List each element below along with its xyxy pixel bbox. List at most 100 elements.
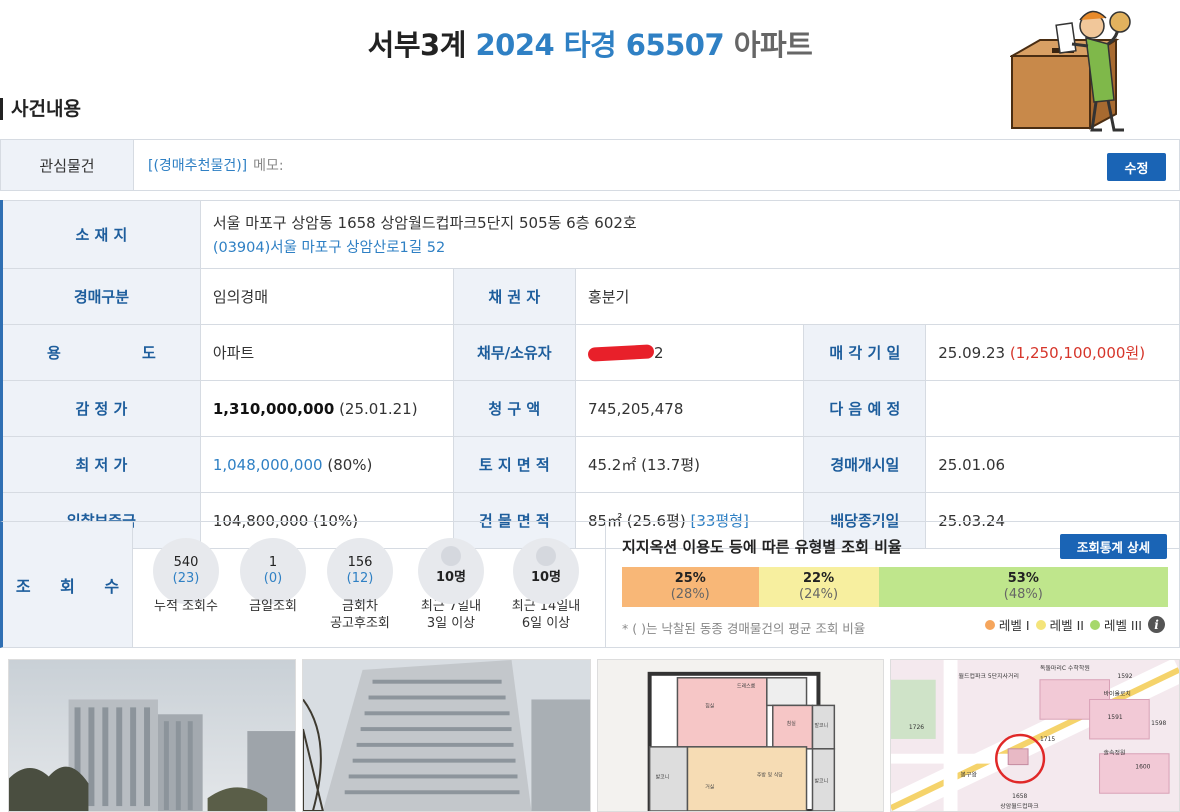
stat-paren: (23) [172, 571, 200, 586]
ratio-segment: 53% (48%) [878, 567, 1168, 607]
segment-percent: 25% [674, 571, 706, 586]
stat-round-views: 156 (12) 금회차 공고후조회 [315, 538, 405, 632]
land-area-label: 토 지 면 적 [453, 436, 576, 493]
legend-dot [984, 619, 995, 630]
ratio-bar: 25% (28%) 22% (24%) 53% (48%) [622, 567, 1168, 607]
sale-date-label: 매 각 기 일 [803, 324, 927, 381]
map-label: 1658 [1012, 793, 1027, 800]
case-info-table: 소 재 지 서울 마포구 상암동 1658 상암월드컵파크5단지 505동 6층… [0, 200, 1180, 549]
use-label: 용 도 [1, 324, 201, 381]
auction-type-value: 임의경매 [200, 268, 454, 325]
page-title: 서부3계 2024 타경 65507 아파트 [0, 22, 1180, 64]
segment-avg-percent: (24%) [799, 587, 839, 602]
person-head-icon [441, 546, 461, 566]
stat-7day-visitors: 10명 최근 7일내 3일 이상 [406, 538, 496, 632]
exterior-photo-1[interactable] [8, 659, 296, 812]
stat-caption: 금일조회 [249, 599, 297, 614]
map-label: 독돌마리C 수학학원 [1040, 664, 1090, 672]
map-label: 상암월드컵파크 [1000, 802, 1039, 810]
floorplan-label: 거실 [705, 783, 715, 790]
segment-avg-percent: (28%) [670, 587, 710, 602]
min-price-amount: 1,048,000,000 [212, 455, 323, 474]
map-label: 1600 [1135, 764, 1150, 771]
auction-type-label: 경매구분 [1, 268, 201, 325]
sale-price: (1,250,100,000원) [1009, 344, 1146, 362]
debtor-label: 채무/소유자 [453, 324, 576, 381]
segment-avg-percent: (48%) [1003, 587, 1043, 602]
creditor-value: 홍분기 [575, 268, 1180, 325]
road-address-link[interactable]: (03904)서울 마포구 상암산로1길 52 [213, 236, 1179, 257]
map-label: 봉구왕 [961, 770, 978, 778]
debtor-value: 2 [575, 324, 805, 381]
edit-button[interactable]: 수정 [1107, 153, 1166, 181]
views-stats: 540 (23) 누적 조회수 1 (0) 금일조회 156 (12) 금회차 … [133, 522, 606, 647]
table-row: 최 저 가 1,048,000,000 (80%) 토 지 면 적 45.2㎡ … [1, 436, 1180, 493]
view-ratio-panel: 지지옥션 이용도 등에 따른 유형별 조회 비율 조회통계 상세 25% (28%… [606, 522, 1179, 647]
legend-label: 레벨 II [1049, 618, 1084, 633]
min-price-label: 최 저 가 [1, 436, 201, 493]
table-row: 용 도 아파트 채무/소유자 2 매 각 기 일 25.09.23 (1,250… [1, 324, 1180, 381]
exterior-photo-2[interactable] [302, 659, 591, 812]
map-label: 바이올로치 [1104, 690, 1131, 698]
memo-label: 메모: [253, 158, 284, 174]
legend-label: 레벨 I [998, 618, 1030, 633]
ratio-legend: 레벨 I 레벨 II 레벨 III i [979, 615, 1165, 634]
floorplan-label: 주방 및 식당 [757, 771, 783, 778]
legend-dot [1089, 619, 1100, 630]
floorplan-label: 침실 [705, 702, 715, 709]
views-panel: 조 회 수 540 (23) 누적 조회수 1 (0) 금일조회 156 (12… [0, 521, 1180, 648]
appraisal-label: 감 정 가 [1, 380, 201, 437]
table-row: 소 재 지 서울 마포구 상암동 1658 상암월드컵파크5단지 505동 6층… [1, 200, 1180, 269]
stat-caption: 금회차 공고후조회 [330, 599, 390, 631]
person-head-icon [536, 546, 556, 566]
person-icon: 10명 [513, 538, 579, 604]
stat-circle: 156 (12) [327, 538, 393, 604]
stat-total-views: 540 (23) 누적 조회수 [141, 538, 231, 615]
floorplan-label: 발코니 [814, 722, 828, 729]
next-schedule-label: 다 음 예 정 [803, 380, 927, 437]
appraisal-date: (25.01.21) [339, 399, 418, 418]
table-row: 경매구분 임의경매 채 권 자 홍분기 [1, 268, 1180, 325]
stat-paren: (0) [263, 571, 283, 586]
location-label: 소 재 지 [1, 200, 201, 269]
map-label: 1592 [1117, 673, 1132, 680]
sale-date-value: 25.09.23 (1,250,100,000원) [925, 324, 1180, 381]
map-label: 1715 [1040, 736, 1055, 743]
stat-number: 1 [268, 555, 278, 570]
property-photos: 드레스룸 침실 침실 발코니 거실 주방 및 식당 발코니 발코니 월드컵파크 … [8, 659, 1180, 812]
interest-row: 관심물건 [(경매추천물건)] 메모: 수정 [0, 139, 1180, 191]
map-label: 솔속정원 [1104, 749, 1126, 757]
location-value: 서울 마포구 상암동 1658 상암월드컵파크5단지 505동 6층 602호 … [200, 200, 1180, 269]
recommended-link[interactable]: [(경매추천물건)] [148, 155, 247, 175]
views-label: 조 회 수 [3, 522, 133, 647]
ratio-note: * ( )는 낙찰된 동종 경매물건의 평균 조회 비율 [622, 621, 866, 636]
stat-number: 10명 [530, 570, 562, 585]
stat-circle: 1 (0) [240, 538, 306, 604]
interest-memo: [(경매추천물건)] 메모: [134, 140, 1179, 190]
start-date-value: 25.01.06 [925, 436, 1180, 493]
view-stats-detail-button[interactable]: 조회통계 상세 [1060, 534, 1167, 559]
map-label: 1726 [909, 724, 924, 731]
appraisal-amount: 1,310,000,000 [212, 399, 335, 418]
stat-caption: 누적 조회수 [154, 599, 218, 614]
court-name: 서부3계 [367, 28, 467, 62]
stat-number: 10명 [435, 570, 467, 585]
info-icon[interactable]: i [1148, 616, 1165, 633]
floorplan-label: 발코니 [814, 777, 828, 784]
floorplan-image[interactable]: 드레스룸 침실 침실 발코니 거실 주방 및 식당 발코니 발코니 [597, 659, 884, 812]
map-label: 1598 [1151, 720, 1166, 727]
segment-percent: 22% [802, 571, 835, 586]
creditor-label: 채 권 자 [453, 268, 576, 325]
floorplan-label: 드레스룸 [737, 683, 756, 690]
address: 서울 마포구 상암동 1658 상암월드컵파크5단지 505동 6층 602호 [212, 214, 637, 232]
stat-number: 540 [173, 555, 199, 570]
auction-mascot-illustration [1010, 10, 1131, 132]
next-schedule-value [925, 380, 1180, 437]
property-type: 아파트 [733, 28, 813, 62]
section-title: 사건내용 [0, 98, 81, 120]
interest-label: 관심물건 [1, 140, 134, 190]
stat-paren: (12) [346, 571, 374, 586]
stat-today-views: 1 (0) 금일조회 [228, 538, 318, 615]
location-map[interactable]: 월드컵파크 5단지사거리 독돌마리C 수학학원 1592 바이올로치 1591 … [890, 659, 1180, 812]
segment-percent: 53% [1007, 571, 1039, 586]
